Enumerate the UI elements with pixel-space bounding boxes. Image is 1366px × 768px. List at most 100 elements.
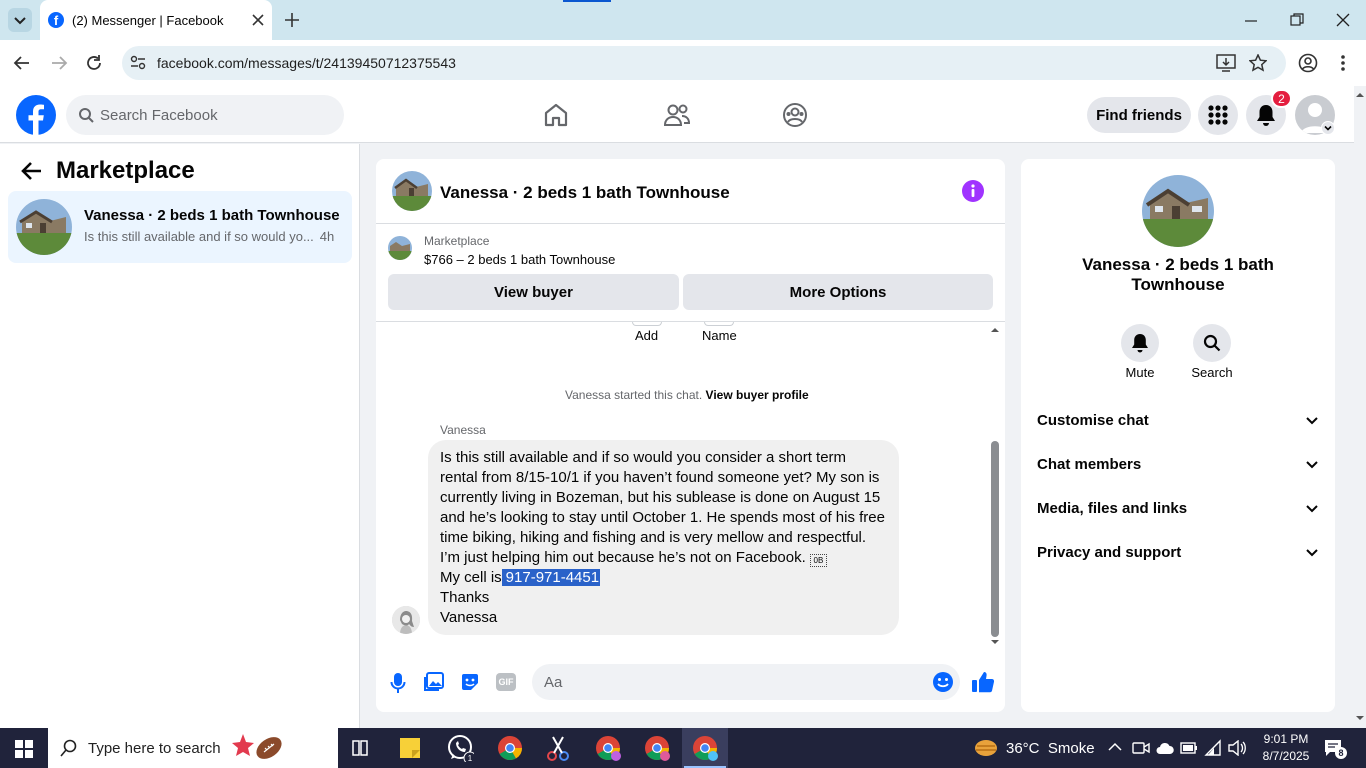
view-buyer-button[interactable]: View buyer bbox=[388, 274, 679, 310]
svg-text:1: 1 bbox=[468, 754, 473, 762]
chrome-profile-c-app[interactable] bbox=[641, 732, 673, 764]
volume-icon[interactable] bbox=[1228, 740, 1246, 756]
weather-smoke-icon[interactable] bbox=[974, 737, 998, 759]
chevron-down-icon bbox=[1306, 461, 1318, 469]
browser-menu-icon[interactable] bbox=[1340, 54, 1346, 72]
bell-icon bbox=[1132, 334, 1148, 353]
chrome-profile-a-app[interactable] bbox=[494, 732, 526, 764]
name-label[interactable]: Name bbox=[702, 328, 737, 343]
media-files-links-section[interactable]: Media, files and links bbox=[1037, 486, 1319, 530]
groups-icon[interactable] bbox=[782, 102, 808, 128]
forward-icon[interactable] bbox=[50, 54, 68, 72]
show-hidden-icons-icon[interactable] bbox=[1108, 742, 1122, 752]
search-highlight-football-icon bbox=[231, 734, 282, 759]
chevron-down-icon bbox=[1306, 549, 1318, 557]
close-tab-icon[interactable] bbox=[252, 14, 264, 26]
chrome-active-app[interactable] bbox=[689, 732, 721, 764]
gif-icon[interactable]: GIF bbox=[496, 673, 516, 691]
scroll-up-icon[interactable] bbox=[1354, 91, 1366, 99]
divider bbox=[376, 321, 1005, 322]
sticker-icon[interactable] bbox=[460, 672, 480, 692]
account-menu-button[interactable] bbox=[1321, 121, 1335, 135]
privacy-support-section[interactable]: Privacy and support bbox=[1037, 530, 1319, 574]
snipping-tool-app[interactable] bbox=[542, 732, 574, 764]
message-input[interactable]: Aa bbox=[532, 664, 960, 700]
view-buyer-profile-link[interactable]: View buyer profile bbox=[706, 388, 809, 402]
thumbs-up-icon[interactable] bbox=[971, 670, 995, 694]
back-icon[interactable] bbox=[13, 54, 31, 72]
onedrive-icon[interactable] bbox=[1156, 741, 1174, 755]
scroll-up-icon[interactable] bbox=[989, 326, 1001, 334]
message-sender: Vanessa bbox=[440, 423, 486, 437]
chrome-profile-b-app[interactable] bbox=[592, 732, 624, 764]
phone-number-selected[interactable]: 917-971-4451 bbox=[501, 569, 601, 586]
profile-icon[interactable] bbox=[1298, 53, 1318, 73]
taskbar-search-box[interactable]: Type here to search bbox=[48, 728, 338, 768]
find-friends-button[interactable]: Find friends bbox=[1087, 97, 1191, 133]
customise-chat-section[interactable]: Customise chat bbox=[1037, 398, 1319, 442]
meet-now-icon[interactable] bbox=[1132, 740, 1150, 756]
friends-icon[interactable] bbox=[663, 102, 691, 128]
menu-button[interactable] bbox=[1198, 95, 1238, 135]
add-label[interactable]: Add bbox=[635, 328, 658, 343]
mute-button[interactable] bbox=[1121, 324, 1159, 362]
sticky-notes-app[interactable] bbox=[394, 732, 426, 764]
house-photo-icon bbox=[388, 236, 412, 260]
taskbar-clock[interactable]: 9:01 PM 8/7/2025 bbox=[1256, 731, 1316, 765]
weather-text[interactable]: 36°C Smoke bbox=[1006, 740, 1095, 757]
tab-search-button[interactable] bbox=[8, 8, 32, 32]
scrollbar-thumb[interactable] bbox=[991, 441, 999, 637]
scroll-down-icon[interactable] bbox=[1354, 714, 1366, 722]
wifi-icon[interactable] bbox=[1204, 739, 1222, 757]
facebook-search-input[interactable]: Search Facebook bbox=[66, 95, 344, 135]
back-arrow-icon[interactable] bbox=[21, 160, 43, 182]
thread-list-item[interactable]: Vanessa · 2 beds 1 bath Townhouse Is thi… bbox=[8, 191, 352, 263]
site-info-icon[interactable] bbox=[130, 55, 146, 71]
search-conversation-button[interactable] bbox=[1193, 324, 1231, 362]
browser-tab[interactable]: f (2) Messenger | Facebook bbox=[40, 0, 272, 40]
more-options-button[interactable]: More Options bbox=[683, 274, 993, 310]
message-input-placeholder: Aa bbox=[544, 673, 563, 691]
name-contact-icon[interactable] bbox=[704, 322, 734, 326]
minimize-icon[interactable] bbox=[1244, 14, 1258, 28]
listing-price[interactable]: $766 – 2 beds 1 bath Townhouse bbox=[424, 252, 615, 267]
bookmark-star-icon[interactable] bbox=[1249, 54, 1267, 72]
microphone-icon[interactable] bbox=[390, 672, 406, 694]
thread-title: Vanessa · 2 beds 1 bath Townhouse bbox=[84, 207, 340, 224]
reload-icon[interactable] bbox=[85, 54, 103, 72]
close-window-icon[interactable] bbox=[1336, 13, 1350, 27]
url-field[interactable]: facebook.com/messages/t/2413945071237554… bbox=[122, 46, 1286, 80]
notification-center-button[interactable]: 8 bbox=[1324, 738, 1347, 759]
search-icon bbox=[60, 739, 77, 757]
chat-avatar[interactable] bbox=[392, 171, 432, 211]
scroll-down-icon[interactable] bbox=[989, 638, 1001, 646]
battery-icon[interactable] bbox=[1180, 741, 1198, 755]
tab-title: (2) Messenger | Facebook bbox=[72, 12, 224, 28]
emoji-icon[interactable] bbox=[932, 671, 954, 693]
restore-icon[interactable] bbox=[1290, 13, 1304, 27]
page-scrollbar[interactable] bbox=[1354, 88, 1366, 728]
install-app-icon[interactable] bbox=[1216, 54, 1236, 72]
facebook-logo-icon[interactable] bbox=[16, 95, 56, 135]
task-view-icon[interactable] bbox=[344, 732, 376, 764]
photo-icon[interactable] bbox=[424, 672, 444, 692]
chevron-down-icon bbox=[1324, 125, 1332, 131]
new-tab-icon[interactable] bbox=[284, 12, 300, 28]
sender-avatar[interactable] bbox=[392, 606, 420, 634]
chat-scrollbar[interactable] bbox=[989, 323, 1001, 648]
chrome-icon bbox=[596, 736, 621, 761]
info-icon[interactable] bbox=[962, 180, 984, 202]
mute-label: Mute bbox=[1125, 365, 1155, 380]
chat-title[interactable]: Vanessa · 2 beds 1 bath Townhouse bbox=[440, 183, 730, 203]
message-line: Vanessa bbox=[440, 609, 498, 626]
message-text: Is this still available and if so would … bbox=[440, 448, 896, 628]
unknown-glyph-icon: 0B bbox=[809, 554, 827, 567]
info-avatar[interactable] bbox=[1142, 175, 1214, 247]
notification-badge: 2 bbox=[1271, 89, 1292, 108]
windows-start-icon[interactable] bbox=[15, 740, 33, 758]
house-photo-icon bbox=[392, 171, 432, 211]
chat-members-section[interactable]: Chat members bbox=[1037, 442, 1319, 486]
whatsapp-app[interactable]: 1 bbox=[444, 732, 476, 764]
add-contact-icon[interactable] bbox=[632, 322, 662, 326]
home-icon[interactable] bbox=[543, 102, 569, 128]
